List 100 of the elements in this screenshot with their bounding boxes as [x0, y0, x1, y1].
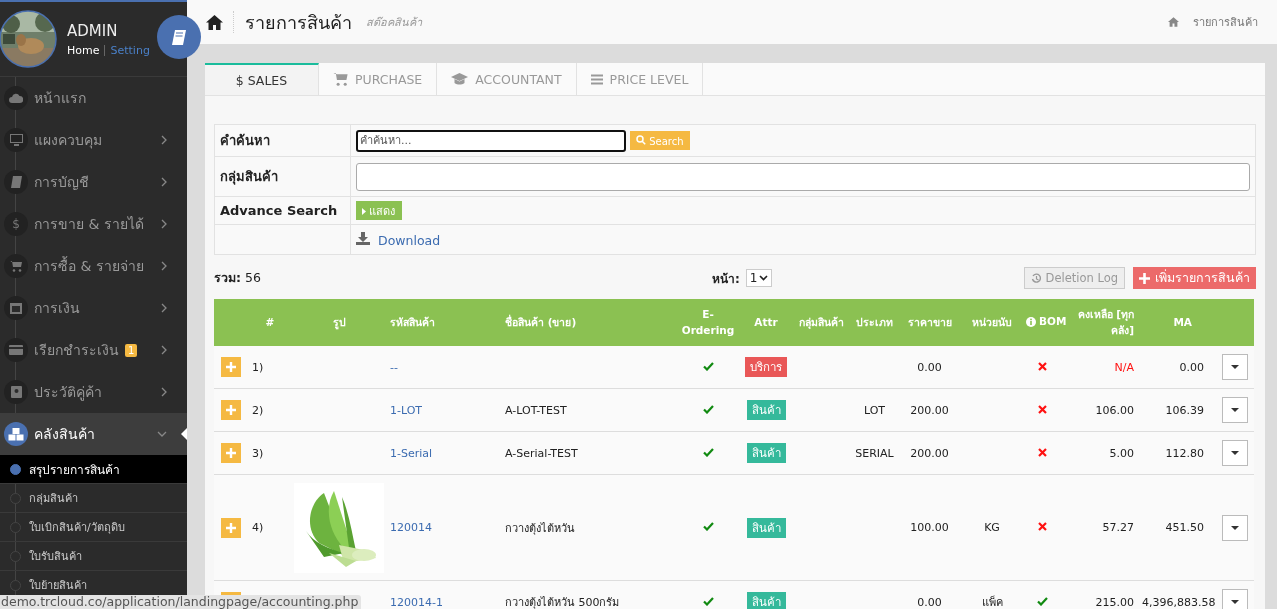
column-header: คงเหลือ [ทุกคลัง]: [1077, 307, 1134, 336]
table-cell: แพ็ค: [981, 596, 1003, 609]
table-cell: KG: [984, 521, 1000, 534]
sidebar-item[interactable]: การบัญชี: [0, 161, 187, 203]
tab[interactable]: ACCOUNTANT: [437, 63, 577, 95]
table-cell: 200.00: [910, 446, 949, 460]
table-cell: N/A: [1114, 360, 1134, 374]
attribute-tag: สินค้า: [746, 592, 786, 609]
sidebar-item[interactable]: คลังสินค้า: [0, 413, 187, 455]
input-field[interactable]: [356, 162, 1250, 191]
product-code-link[interactable]: 120014: [390, 521, 432, 534]
column-header: MA: [1173, 315, 1192, 328]
add-product-button[interactable]: เพิ่มรายการสินค้า: [1133, 267, 1256, 289]
column-header: Attr: [754, 315, 778, 328]
search-field[interactable]: คำค้นหา...: [356, 129, 626, 152]
table-cell: 4,396,883.58: [1142, 595, 1216, 609]
table-cell: 5.00: [1109, 446, 1134, 460]
plus-icon: [1139, 272, 1150, 284]
calendar-icon: [10, 302, 22, 314]
table-cell: SERIAL: [855, 446, 894, 460]
page-select[interactable]: 1: [745, 269, 773, 287]
contact-icon: [10, 386, 22, 398]
submenu-item[interactable]: สรุปรายการสินค้า: [0, 455, 187, 484]
table-cell: 2): [252, 403, 264, 417]
table-cell: 215.00: [1095, 595, 1134, 609]
credit-card-icon: [9, 345, 23, 355]
submenu-item[interactable]: ใบเบิกสินค้า/วัตถุดิบ: [0, 513, 187, 542]
column-header: หน่วยนับ: [972, 315, 1012, 328]
cloud-icon: [9, 93, 23, 103]
table-cell: 0.00: [917, 595, 942, 609]
sidebar-item[interactable]: เรียกชำระเงิน 1: [0, 329, 187, 371]
expand-button[interactable]: [221, 443, 241, 463]
column-header: ประเภท: [856, 315, 893, 328]
expand-button[interactable]: [221, 517, 241, 538]
caret-icon: [1231, 408, 1239, 412]
table-cell: 0.00: [1179, 360, 1204, 374]
table-cell: 4): [252, 521, 264, 534]
user-link[interactable]: Setting: [110, 43, 150, 57]
book-icon: [10, 176, 22, 188]
graduation-cap-icon: [451, 73, 469, 85]
table-cell: 106.00: [1095, 403, 1134, 417]
column-header: รหัสสินค้า: [390, 315, 435, 328]
sidebar-item[interactable]: การเงิน: [0, 287, 187, 329]
expand-button[interactable]: [221, 400, 241, 420]
sidebar-item[interactable]: หน้าแรก: [0, 77, 187, 119]
column-header: รูป: [332, 315, 346, 328]
plus-icon: [226, 522, 236, 533]
cart-icon: [333, 72, 348, 86]
attribute-tag: บริการ: [745, 357, 787, 377]
plus-icon: [226, 448, 236, 458]
tab[interactable]: PURCHASE: [319, 63, 438, 95]
search-icon: [636, 134, 646, 145]
plus-icon: [226, 362, 236, 372]
pointer-icon: [181, 428, 187, 440]
plus-icon: [226, 405, 236, 415]
table-cell: 200.00: [910, 403, 949, 417]
dollar-icon: $: [12, 217, 20, 231]
breadcrumb-item[interactable]: รายการสินค้า: [1193, 13, 1258, 31]
expand-button[interactable]: [221, 357, 241, 377]
caret-icon: [1231, 525, 1239, 530]
table-cell: 3): [252, 446, 264, 460]
field-label: กลุ่มสินค้า: [214, 156, 351, 197]
tab[interactable]: PRICE LEVEL: [576, 63, 704, 95]
product-code-link[interactable]: 1-LOT: [390, 403, 423, 417]
table-cell: A-Serial-TEST: [505, 446, 578, 460]
attribute-tag: สินค้า: [746, 443, 786, 463]
table-cell: A-LOT-TEST: [505, 403, 567, 417]
tab[interactable]: $ SALES: [205, 63, 319, 95]
product-code-link[interactable]: --: [390, 360, 398, 374]
column-header: ชื่อสินค้า (ขาย): [505, 315, 577, 328]
total-count: รวม: 56: [214, 269, 261, 287]
submenu-item[interactable]: กลุ่มสินค้า: [0, 484, 187, 513]
download-icon: [356, 231, 370, 245]
table-cell: 100.00: [910, 521, 949, 534]
product-code-link[interactable]: 120014-1: [390, 595, 443, 609]
page-label: หน้า:: [712, 270, 740, 288]
column-header: BOM: [1039, 313, 1067, 329]
attribute-tag: สินค้า: [746, 517, 786, 538]
column-header: E-Ordering: [681, 307, 735, 336]
table-cell: 1): [252, 360, 264, 374]
column-header: กลุ่มสินค้า: [798, 315, 844, 328]
cubes-icon: [8, 427, 24, 441]
dropdown-button[interactable]: [1222, 589, 1248, 609]
sidebar-item[interactable]: การซื้อ & รายจ่าย: [0, 245, 187, 287]
sidebar-item[interactable]: แผงควบคุม: [0, 119, 187, 161]
caret-icon: [1231, 600, 1239, 604]
caret-icon: [1231, 365, 1239, 369]
home-icon[interactable]: [206, 14, 223, 30]
table-cell: 0.00: [917, 360, 942, 374]
field-label: คำค้นหา: [214, 124, 351, 157]
sidebar-item[interactable]: $ การขาย & รายได้: [0, 203, 187, 245]
field-label: Advance Search: [214, 196, 351, 225]
user-link[interactable]: Home: [67, 43, 100, 57]
cart-icon: [10, 260, 22, 272]
sidebar-item[interactable]: ประวัติคู่ค้า: [0, 371, 187, 413]
submenu-item[interactable]: ใบรับสินค้า: [0, 542, 187, 571]
download-link[interactable]: Download: [378, 232, 441, 248]
table-cell: 451.50: [1165, 521, 1204, 534]
chevron-down-icon: [759, 275, 769, 281]
product-code-link[interactable]: 1-Serial: [390, 446, 433, 460]
